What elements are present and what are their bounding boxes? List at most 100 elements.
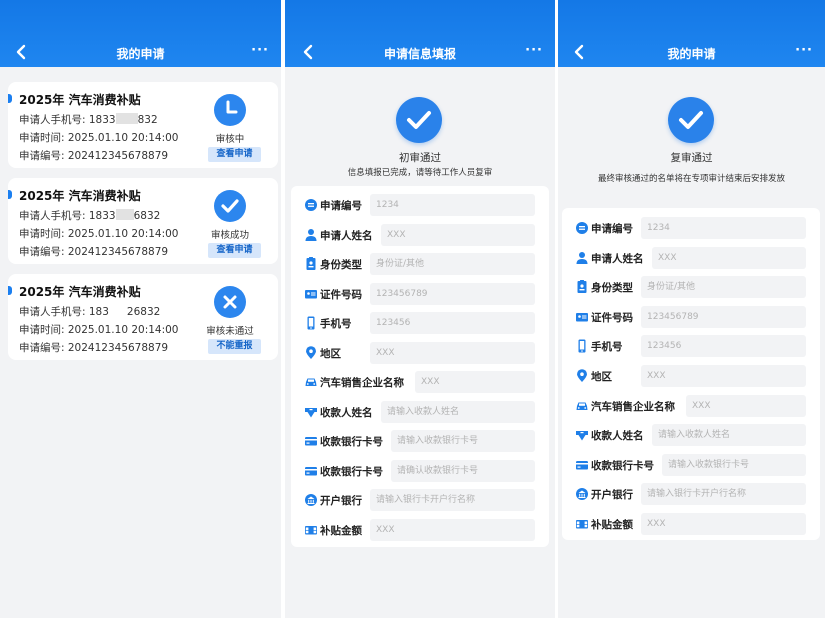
receive-icon [575,428,589,442]
more-icon[interactable]: ··· [525,43,543,58]
page-title: 申请信息填报 [383,47,456,61]
check-icon [214,190,246,222]
field-input[interactable] [641,217,806,239]
application-card[interactable]: 2025年 汽车消费补贴 申请人手机号: 1833 832 申请时间: 2025.… [8,82,278,168]
form-row: 身份类型 [562,276,820,299]
field-input[interactable] [370,253,535,275]
field-label: 收款银行卡号 [320,465,383,478]
field-label: 收款人姓名 [320,406,373,419]
field-label: 开户银行 [591,489,633,502]
application-card[interactable]: 2025年 汽车消费补贴 申请人手机号: 183 26832 申请时间: 2025… [8,274,278,360]
field-label: 汽车销售企业名称 [591,400,675,413]
form-row: 手机号 [562,335,820,358]
field-input[interactable] [370,518,535,541]
status-text: 审核成功 [210,230,249,241]
field-input[interactable] [641,513,806,535]
field-input[interactable] [391,430,535,452]
field-label: 申请编号 [320,200,362,212]
stage-title: 初审通过 [399,152,441,164]
field-input[interactable] [641,483,806,506]
form-row: 汽车销售企业名称 [562,394,820,417]
card-code: 申请编号: 202412345678879 [19,342,169,354]
card-phone: 申请人手机号: 1833 832 [19,113,158,126]
location-icon [304,345,318,360]
field-input[interactable] [686,394,806,417]
application-form-screen: 申请信息填报 ··· 初审通过 信息填报已完成，请等待工作人员复审 申请编号申请… [285,0,555,618]
field-input[interactable] [641,276,806,299]
card-time: 申请时间: 2025.01.10 20:14:00 [19,324,179,336]
field-input[interactable] [370,282,535,305]
page-title: 我的申请 [116,47,165,61]
receive-icon [304,405,318,419]
form-row: 收款人姓名 [562,424,820,447]
card-title: 2025年 汽车消费补贴 [19,189,141,203]
stage-subtitle: 信息填报已完成，请等待工作人员复审 [347,168,493,178]
application-form: 申请编号申请人姓名身份类型证件号码手机号地区汽车销售企业名称收款人姓名收款银行卡… [562,208,820,540]
person-icon [304,228,318,242]
field-input[interactable] [641,335,806,358]
more-icon[interactable]: ··· [251,43,269,58]
form-row: 申请人姓名 [291,223,549,246]
field-input[interactable] [652,246,806,269]
field-input[interactable] [381,400,535,423]
field-input[interactable] [641,365,806,387]
form-row: 收款银行卡号 [291,459,549,482]
card-marker [8,190,12,199]
card-title: 2025年 汽车消费补贴 [19,285,141,299]
stage-subtitle: 最终审核通过的名单将在专项审计结束后安排发放 [597,174,785,184]
phone-icon [304,316,318,330]
field-label: 开户银行 [320,495,362,507]
field-input[interactable] [370,341,535,364]
field-input[interactable] [391,459,535,482]
form-row: 证件号码 [291,282,549,305]
application-form: 申请编号申请人姓名身份类型证件号码手机号地区汽车销售企业名称收款人姓名收款银行卡… [291,186,549,547]
page-title: 我的申请 [667,47,716,61]
form-row: 身份类型 [291,253,549,275]
field-input[interactable] [415,371,535,393]
my-applications-screen: 我的申请 ··· 2025年 汽车消费补贴 申请人手机号: 1833 832 申请… [0,0,281,618]
field-label: 补贴金额 [320,524,362,537]
badge-icon [304,257,318,271]
status-text: 审核中 [215,134,245,145]
form-row: 收款人姓名 [291,400,549,423]
view-application-button[interactable]: 查看申请 [208,243,261,258]
form-row: 开户银行 [562,483,820,506]
field-label: 身份类型 [591,282,633,295]
field-input[interactable] [652,424,806,447]
field-label: 身份类型 [320,259,362,271]
field-label: 手机号 [320,318,352,330]
money-icon [304,523,318,537]
field-input[interactable] [370,312,535,334]
cannot-reapply-badge: 不能重报 [208,339,261,354]
field-input[interactable] [370,489,535,511]
card-marker [8,286,12,295]
more-icon[interactable]: ··· [795,43,813,58]
application-card[interactable]: 2025年 汽车消费补贴 申请人手机号: 1833 6832 申请时间: 2025… [8,178,278,264]
field-label: 申请编号 [591,223,633,235]
badge-icon [575,280,589,294]
form-row: 补贴金额 [562,513,820,535]
view-application-button[interactable]: 查看申请 [208,147,261,162]
bankcard-icon [575,458,589,472]
field-input[interactable] [641,305,806,328]
field-input[interactable] [662,453,806,476]
field-label: 申请人姓名 [591,252,644,265]
person-icon [575,251,589,265]
status-text: 审核未通过 [206,326,254,337]
form-row: 汽车销售企业名称 [291,371,549,393]
form-row: 申请人姓名 [562,246,820,269]
field-input[interactable] [370,194,535,216]
form-row: 补贴金额 [291,518,549,541]
bankcard-icon [304,434,318,448]
form-row: 地区 [562,365,820,387]
card-marker [8,94,12,103]
field-label: 地区 [320,347,341,360]
card-title: 2025年 汽车消费补贴 [19,93,141,107]
form-row: 证件号码 [562,305,820,328]
id-circle-icon [575,221,589,235]
review-result-screen: 我的申请 ··· 复审通过 最终审核通过的名单将在专项审计结束后安排发放 申请编… [558,0,825,618]
form-row: 地区 [291,341,549,364]
bank-icon [575,487,589,501]
field-input[interactable] [381,223,535,246]
field-label: 地区 [591,371,612,383]
